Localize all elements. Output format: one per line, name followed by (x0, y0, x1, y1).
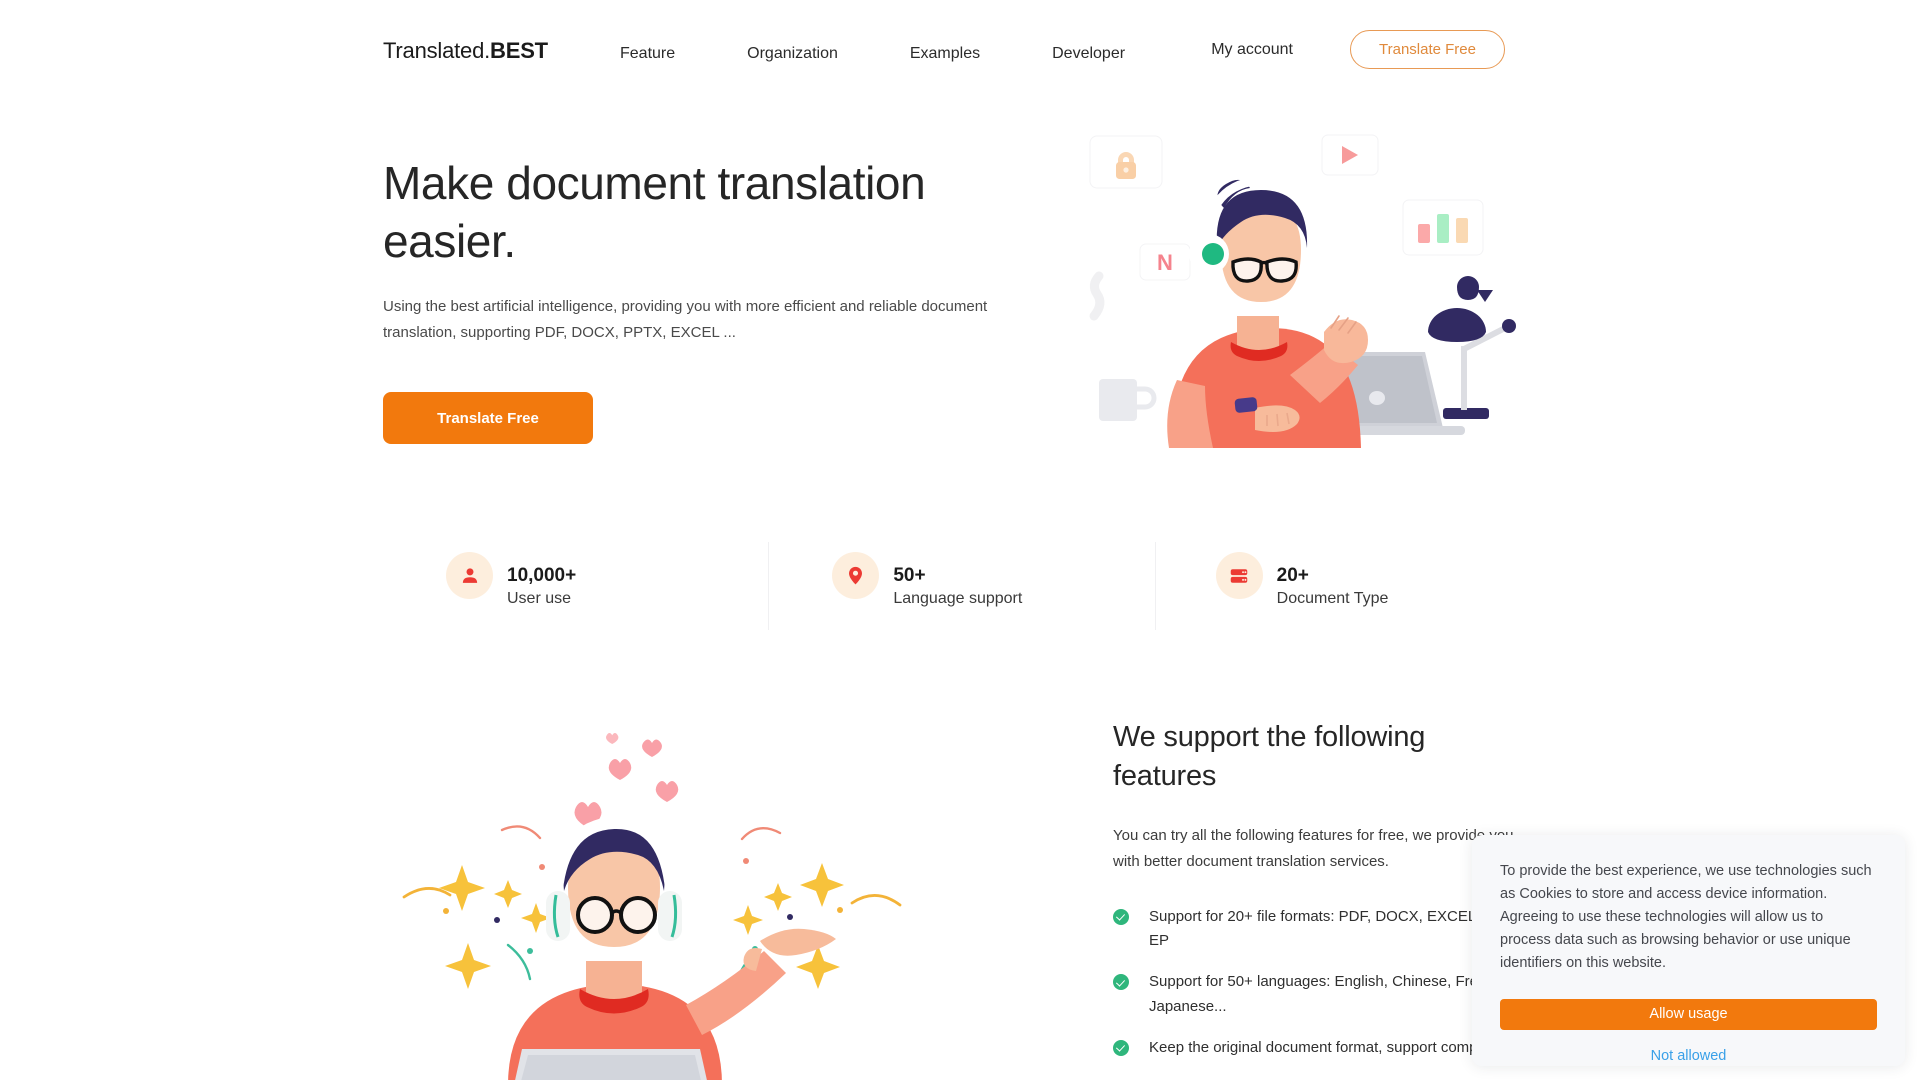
server-icon (1215, 552, 1263, 599)
stat-label: Document Type (1276, 590, 1389, 607)
bar-chart-card-icon (1402, 199, 1484, 256)
desk-lamp (1428, 276, 1516, 419)
check-circle-icon (1113, 1039, 1129, 1056)
raised-fist (1324, 315, 1368, 364)
stat-label: Language support (893, 590, 1023, 607)
laptop (515, 1049, 707, 1080)
header-translate-free-button[interactable]: Translate Free (1350, 30, 1505, 69)
my-account-link[interactable]: My account (1211, 41, 1293, 59)
stat-text: 10,000+ User use (507, 566, 576, 607)
not-allowed-button[interactable]: Not allowed (1500, 1048, 1877, 1064)
user-icon (446, 552, 493, 599)
location-pin-icon (832, 552, 880, 599)
nav-item-organization[interactable]: Organization (747, 41, 838, 67)
stat-value: 10,000+ (507, 565, 577, 586)
nav-item-examples[interactable]: Examples (910, 41, 980, 67)
hero-illustration: N (1085, 130, 1545, 450)
stat-label: User use (507, 590, 572, 607)
site-logo[interactable]: Translated.BEST (383, 38, 548, 64)
stat-value: 20+ (1276, 565, 1309, 586)
play-card-icon (1321, 134, 1379, 176)
allow-usage-button[interactable]: Allow usage (1500, 998, 1877, 1030)
stat-divider (1154, 542, 1156, 630)
features-illustration (390, 705, 960, 1080)
stat-value: 50+ (893, 565, 926, 586)
stat-user-use: 10,000+ User use (383, 538, 768, 633)
stat-text: 20+ Document Type (1277, 566, 1389, 607)
nav-item-feature[interactable]: Feature (620, 41, 675, 67)
hero-subtitle: Using the best artificial intelligence, … (383, 298, 988, 341)
svg-text:N: N (1157, 250, 1173, 275)
cookie-consent-message: To provide the best experience, we use t… (1500, 863, 1872, 971)
stat-divider (768, 542, 770, 630)
site-header: Translated.BEST Feature Organization Exa… (0, 0, 1920, 104)
hero-translate-free-button[interactable]: Translate Free (383, 392, 593, 444)
logo-text-light: Translated. (383, 38, 491, 63)
lock-card-icon (1089, 135, 1163, 189)
main-nav: Feature Organization Examples Developer (620, 41, 1125, 67)
stat-document-type: 20+ Document Type (1154, 538, 1538, 633)
stats-section: 10,000+ User use 50+ Language support 20… (383, 538, 1538, 633)
stat-text: 50+ Language support (893, 566, 1022, 607)
landing-page: Translated.BEST Feature Organization Exa… (0, 0, 1920, 1080)
header-actions: My account Translate Free (1211, 30, 1920, 69)
nav-item-developer[interactable]: Developer (1052, 41, 1125, 67)
check-circle-icon (1113, 908, 1129, 925)
coffee-mug (1099, 379, 1157, 421)
stat-language-support: 50+ Language support (768, 538, 1154, 633)
hero-title: Make document translation easier. (383, 157, 926, 267)
check-circle-icon (1113, 974, 1129, 991)
cookie-consent-banner: To provide the best experience, we use t… (1472, 835, 1905, 1066)
logo-text-bold: BEST (490, 38, 548, 63)
heart-decorations (574, 733, 679, 828)
letter-n-card-icon: N (1139, 243, 1191, 281)
features-title: We support the following features (1113, 721, 1426, 793)
